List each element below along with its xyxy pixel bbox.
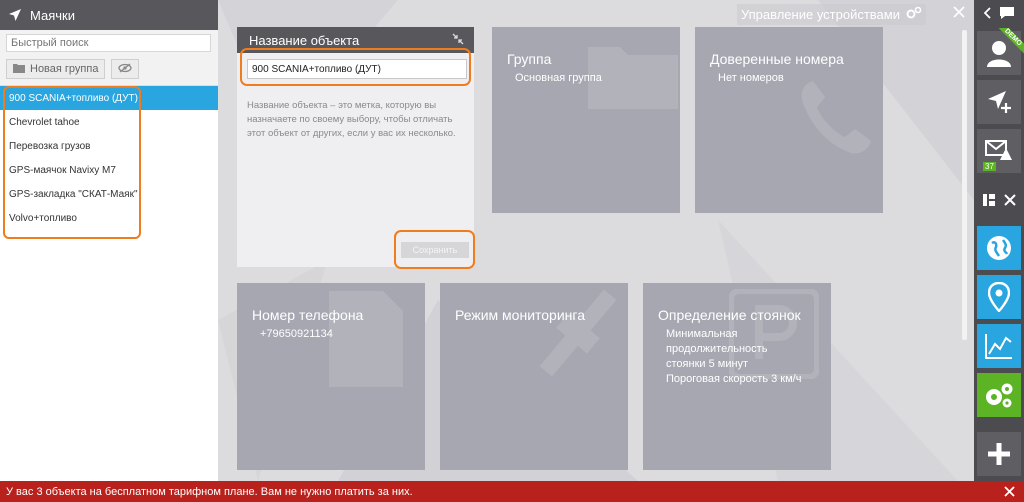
add-tracker-button[interactable] (977, 80, 1021, 124)
chevron-left-icon[interactable] (983, 6, 993, 22)
search-input[interactable] (6, 34, 211, 52)
new-group-button[interactable]: Новая группа (6, 59, 106, 79)
section-title-bar: Управление устройствами (736, 4, 926, 25)
toggle-visibility-button[interactable] (111, 59, 140, 79)
reports-button[interactable] (977, 324, 1021, 368)
sidebar-toolbar: Новая группа (0, 56, 218, 86)
mail-warning-icon (985, 140, 1012, 160)
parking-detection-tile[interactable]: Определение стоянок Минимальная продолжи… (643, 283, 831, 470)
map-button[interactable] (977, 226, 1021, 270)
location-pin-icon (988, 282, 1010, 312)
object-name-input[interactable] (247, 59, 467, 79)
sidebar-title: Маячки (30, 7, 75, 23)
tracker-item[interactable]: Перевозка грузов (0, 134, 218, 158)
parking-detail-line: стоянки 5 минут (666, 358, 749, 370)
object-name-title: Название объекта (249, 32, 360, 48)
right-toolbar: DEMO 37 (974, 0, 1024, 481)
panel-layout-tools (974, 188, 1024, 214)
object-name-panel: Название объекта Название объекта – это … (237, 27, 475, 269)
satellite-bg-icon (539, 289, 617, 377)
settings-gears-icon (986, 383, 1013, 408)
group-tile-value: Основная группа (515, 72, 602, 84)
trusted-numbers-title: Доверенные номера (710, 51, 844, 67)
parking-detail-line: Минимальная (666, 328, 738, 340)
parking-detail-line: продолжительность (666, 343, 768, 355)
main-scrollbar[interactable] (962, 30, 967, 340)
new-group-label: Новая группа (30, 63, 99, 75)
chat-icon[interactable] (999, 6, 1015, 23)
sim-card-bg-icon (329, 291, 403, 387)
add-button[interactable] (977, 432, 1021, 476)
tracker-item[interactable]: GPS-маячок Navixy M7 (0, 158, 218, 182)
parking-detection-title: Определение стоянок (658, 307, 801, 323)
free-plan-banner: У вас 3 объекта на бесплатном тарифном п… (0, 481, 1024, 502)
tracker-item[interactable]: GPS-закладка "СКАТ-Маяк" (0, 182, 218, 206)
navigation-plus-icon (988, 91, 1011, 113)
places-button[interactable] (977, 275, 1021, 319)
folder-icon (13, 63, 25, 76)
tracker-list: 900 SCANIA+топливо (ДУТ) Chevrolet tahoe… (0, 86, 218, 239)
plus-icon (988, 443, 1010, 465)
eye-hidden-icon (118, 62, 133, 76)
group-tile-title: Группа (507, 51, 552, 67)
phone-number-value: +79650921134 (260, 328, 333, 340)
device-management-area: Управление устройствами Название объекта… (218, 0, 974, 481)
tracker-item[interactable]: Volvo+топливо (0, 206, 218, 230)
parking-detail-line: Пороговая скорость 3 км/ч (666, 373, 802, 385)
demo-label: DEMO (994, 28, 1024, 58)
search-bar (0, 30, 218, 56)
navigation-arrow-icon (8, 8, 22, 22)
messages-count-badge: 37 (983, 162, 996, 171)
right-toolbar-top (974, 0, 1024, 28)
layout-icon[interactable] (982, 193, 996, 210)
collapse-icon[interactable] (452, 33, 464, 45)
banner-text: У вас 3 объекта на бесплатном тарифном п… (6, 485, 413, 498)
monitoring-mode-title: Режим мониторинга (455, 307, 585, 323)
trusted-numbers-tile[interactable]: Доверенные номера Нет номеров (695, 27, 883, 213)
trusted-numbers-value: Нет номеров (718, 72, 784, 84)
messages-button[interactable]: 37 (977, 129, 1021, 173)
object-name-description: Название объекта – это метка, которую вы… (247, 100, 456, 139)
tracker-item[interactable]: Chevrolet tahoe (0, 110, 218, 134)
group-tile[interactable]: Группа Основная группа (492, 27, 680, 213)
banner-close-icon[interactable] (1003, 485, 1016, 498)
phone-number-tile[interactable]: Номер телефона +79650921134 (237, 283, 425, 470)
trackers-sidebar: Маячки Новая группа 900 SCANIA+топливо (… (0, 0, 218, 481)
parking-detection-details: Минимальная продолжительность стоянки 5 … (666, 327, 801, 387)
monitoring-mode-tile[interactable]: Режим мониторинга (440, 283, 628, 470)
phone-bg-icon (801, 81, 871, 154)
close-panel-icon[interactable] (952, 5, 966, 19)
globe-icon (987, 236, 1011, 260)
section-title: Управление устройствами (740, 7, 900, 22)
demo-ribbon: DEMO (994, 28, 1024, 58)
phone-number-title: Номер телефона (252, 307, 364, 323)
object-name-header: Название объекта (237, 27, 474, 53)
sidebar-header: Маячки (0, 0, 218, 30)
settings-gears-icon[interactable] (906, 6, 922, 23)
device-settings-button[interactable] (977, 373, 1021, 417)
save-button[interactable]: Сохранить (401, 242, 469, 258)
close-icon[interactable] (1004, 193, 1016, 209)
line-chart-icon (985, 334, 1012, 359)
tracker-item[interactable]: 900 SCANIA+топливо (ДУТ) (0, 86, 218, 110)
